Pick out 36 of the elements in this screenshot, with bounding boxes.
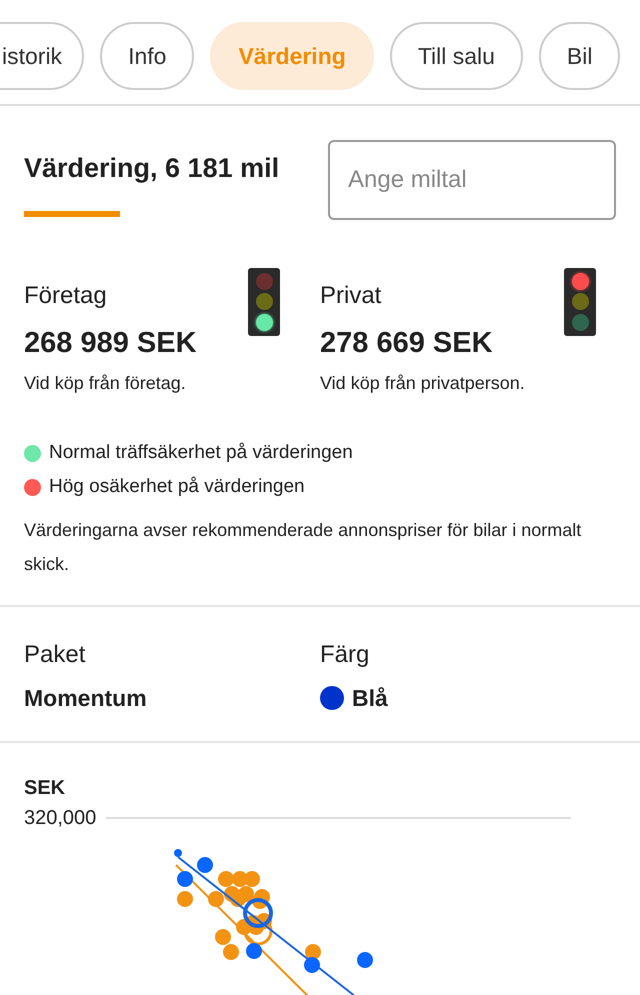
data-point (246, 943, 262, 959)
axis-unit-label: SEK (24, 776, 66, 801)
data-point (218, 871, 234, 887)
detail-value: Blå (352, 684, 388, 712)
detail-value: Momentum (24, 684, 147, 712)
legend-text: Normal träffsäkerhet på värderingen (49, 441, 353, 466)
data-point (254, 889, 270, 905)
data-point (174, 849, 182, 857)
disclaimer-text: Värderingarna avser rekommenderade annonspriser för bilar i normalt skick. (24, 518, 582, 576)
data-point (357, 952, 373, 968)
data-point (215, 929, 231, 945)
valuation-note: Vid köp från privatperson. (320, 372, 525, 395)
data-point (223, 944, 239, 960)
data-point (305, 944, 321, 960)
tab[interactable]: Bil (538, 22, 620, 90)
data-point (208, 891, 224, 907)
y-tick-label: 320,000 (24, 806, 96, 831)
valuation-label: Företag (24, 281, 108, 311)
page-title: Värdering, 6 181 mil (24, 152, 280, 185)
valuation-label: Privat (320, 281, 382, 311)
detail-label: Paket (24, 640, 86, 670)
valuation-price: 268 989 SEK (24, 326, 197, 361)
tab[interactable]: istorik (0, 22, 84, 90)
valuation-note: Vid köp från företag. (24, 372, 187, 395)
data-point (304, 957, 320, 973)
legend-text: Hög osäkerhet på värderingen (49, 475, 305, 500)
data-point (177, 891, 193, 907)
data-point (232, 871, 248, 887)
data-point (197, 857, 213, 873)
detail-label: Färg (320, 640, 370, 670)
tab[interactable]: Till salu (390, 22, 523, 90)
mileage-field[interactable]: Ange miltal (328, 140, 616, 220)
valuation-price: 278 669 SEK (320, 326, 494, 361)
data-point (177, 871, 193, 887)
data-point (238, 886, 254, 902)
tab[interactable]: Info (100, 22, 194, 90)
